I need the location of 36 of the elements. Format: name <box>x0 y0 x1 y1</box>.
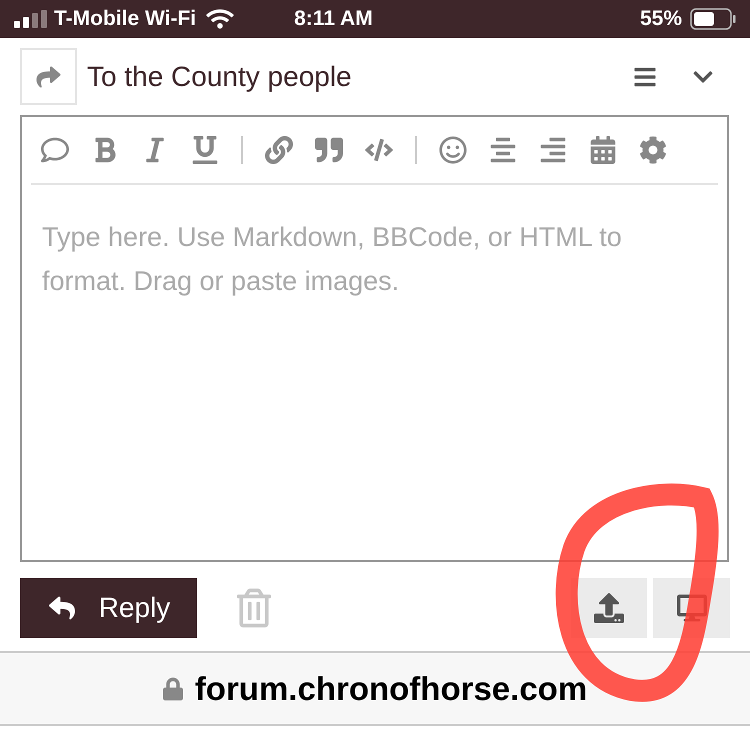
message-field[interactable]: Type here. Use Markdown, BBCode, or HTML to format. Drag or paste images. <box>20 185 729 562</box>
upload-icon <box>594 593 624 623</box>
quote-button[interactable] <box>315 136 343 164</box>
code-button[interactable] <box>365 136 393 164</box>
reply-icon <box>46 595 77 621</box>
share-icon <box>35 64 62 88</box>
signal-icon <box>14 10 48 28</box>
quote-icon <box>315 136 343 164</box>
code-icon <box>365 136 393 164</box>
calendar-button[interactable] <box>589 136 617 164</box>
speech-bubble-button[interactable] <box>41 136 69 164</box>
link-button[interactable] <box>265 136 293 164</box>
align-right-icon <box>539 136 567 164</box>
align-center-icon <box>489 136 517 164</box>
smiley-button[interactable] <box>439 136 467 164</box>
battery-percentage: 55% <box>640 6 682 32</box>
underline-icon <box>191 136 219 164</box>
calendar-icon <box>589 136 617 164</box>
settings-icon <box>639 136 667 164</box>
speech-bubble-icon <box>41 136 69 164</box>
battery-icon <box>690 8 736 30</box>
carrier-name: T-Mobile Wi-Fi <box>54 6 196 32</box>
align-right-button[interactable] <box>539 136 567 164</box>
page-url: forum.chronofhorse.com <box>194 668 588 709</box>
lock-icon <box>162 676 183 702</box>
thread-title: To the County people <box>87 60 352 94</box>
link-icon <box>265 136 293 164</box>
wifi-icon <box>206 8 234 30</box>
align-center-button[interactable] <box>489 136 517 164</box>
clock-time: 8:11 AM <box>294 6 373 32</box>
smiley-icon <box>439 136 467 164</box>
underline-button[interactable] <box>191 136 219 164</box>
reply-button[interactable]: Reply <box>20 578 197 638</box>
settings-button[interactable] <box>639 136 667 164</box>
share-button[interactable] <box>20 48 77 105</box>
trash-icon <box>237 588 271 628</box>
